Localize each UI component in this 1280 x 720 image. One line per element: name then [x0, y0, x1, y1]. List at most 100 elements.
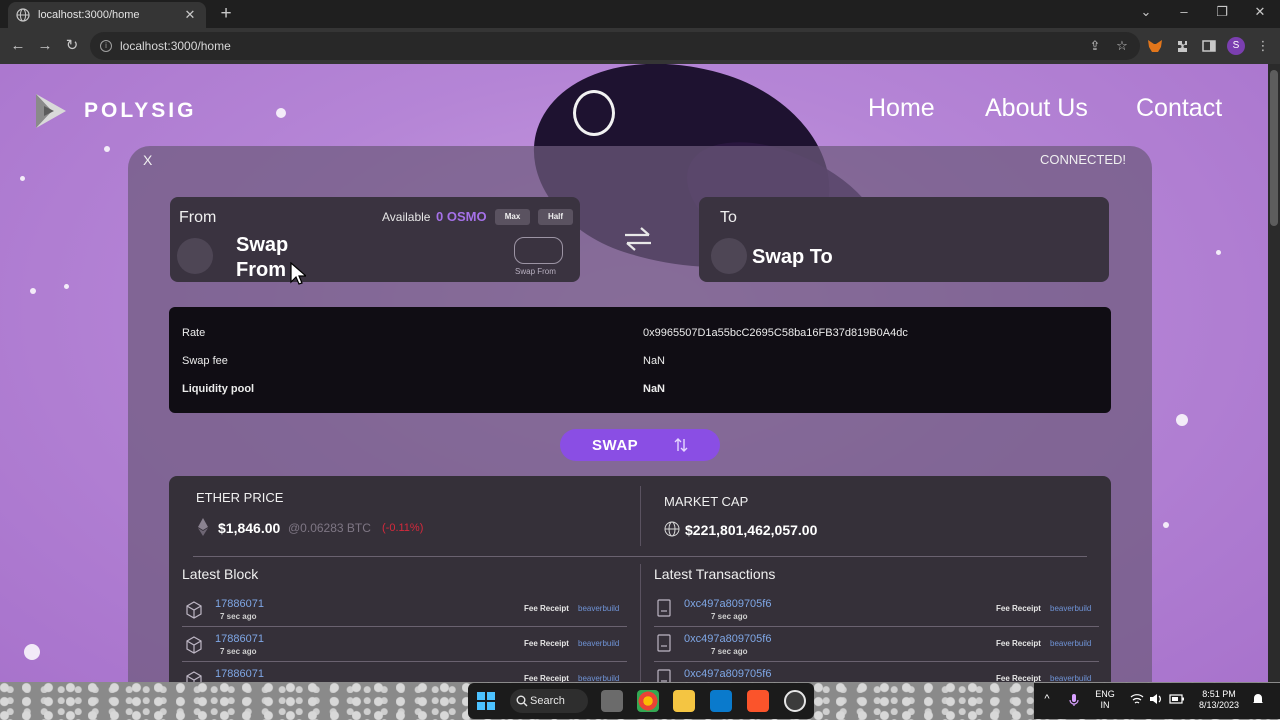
close-window-button[interactable]: ✕: [1250, 4, 1270, 20]
transaction-builder-link[interactable]: beaverbuild: [1050, 604, 1091, 613]
swap-from-panel: From Available 0 OSMO Max Half Swap From…: [170, 197, 580, 282]
file-explorer-icon[interactable]: [673, 690, 695, 712]
swap-from-amount-input[interactable]: [514, 237, 563, 264]
from-token-icon[interactable]: [177, 238, 213, 274]
menu-icon[interactable]: ⋮: [1254, 37, 1272, 55]
reload-button[interactable]: ↻: [62, 36, 82, 56]
extensions-icon[interactable]: [1173, 37, 1191, 55]
from-token-selector[interactable]: Swap From: [236, 233, 288, 283]
block-fee-label: Fee Receipt: [524, 674, 569, 682]
close-card-button[interactable]: X: [143, 152, 152, 168]
max-button[interactable]: Max: [495, 209, 530, 225]
block-builder-link[interactable]: beaverbuild: [578, 674, 619, 682]
transaction-hash-link[interactable]: 0xc497a809705f6: [684, 598, 771, 610]
new-tab-button[interactable]: +: [216, 3, 236, 25]
available-label: Available: [382, 210, 431, 224]
sidepanel-icon[interactable]: [1200, 37, 1218, 55]
app-icon[interactable]: [784, 690, 806, 712]
vscode-icon[interactable]: [710, 690, 732, 712]
row-divider: [182, 661, 627, 662]
profile-avatar[interactable]: S: [1227, 37, 1245, 55]
globe-icon: [16, 8, 30, 22]
taskbar-search[interactable]: Search: [510, 689, 588, 713]
block-number-link[interactable]: 17886071: [215, 668, 264, 680]
exchange-arrows-icon[interactable]: [621, 224, 655, 254]
block-number-link[interactable]: 17886071: [215, 598, 264, 610]
snowflake: [1163, 522, 1169, 528]
to-token-selector[interactable]: Swap To: [752, 245, 833, 270]
nav-contact[interactable]: Contact: [1136, 94, 1222, 123]
taskbar-search-label: Search: [530, 695, 565, 707]
snowflake: [276, 108, 286, 118]
microphone-icon[interactable]: [1068, 693, 1080, 707]
transaction-hash-link[interactable]: 0xc497a809705f6: [684, 668, 771, 680]
wifi-icon[interactable]: [1130, 693, 1144, 705]
task-view-icon[interactable]: [601, 690, 623, 712]
transaction-age: 7 sec ago: [711, 647, 748, 656]
row-divider: [654, 661, 1099, 662]
site-info-icon[interactable]: i: [100, 40, 112, 52]
swap-fee-value: NaN: [643, 355, 666, 367]
chrome-icon[interactable]: [637, 690, 659, 712]
nav-home[interactable]: Home: [868, 94, 935, 123]
scrollbar-thumb[interactable]: [1270, 70, 1278, 226]
swap-from-input-label: Swap From: [515, 267, 556, 276]
language-indicator[interactable]: ENG IN: [1092, 689, 1118, 711]
block-number-link[interactable]: 17886071: [215, 633, 264, 645]
block-age: 7 sec ago: [220, 612, 257, 621]
swap-card: X CONNECTED! From Available 0 OSMO Max H…: [128, 146, 1152, 682]
transaction-builder-link[interactable]: beaverbuild: [1050, 674, 1091, 682]
receipt-icon: [657, 669, 671, 682]
browser-tab-bar: localhost:3000/home ✕ + ⌄ – ❐ ✕: [0, 0, 1280, 28]
clock-date: 8/13/2023: [1198, 700, 1240, 710]
swap-button[interactable]: SWAP: [560, 429, 720, 461]
address-bar[interactable]: i localhost:3000/home: [90, 32, 1140, 60]
tab-search-dropdown-icon[interactable]: ⌄: [1136, 4, 1156, 20]
volume-icon[interactable]: [1149, 693, 1163, 705]
snowflake: [1176, 414, 1188, 426]
row-divider: [654, 626, 1099, 627]
brand-name: POLYSIG: [84, 99, 197, 122]
windows-start-icon[interactable]: [475, 690, 497, 712]
to-token-icon[interactable]: [711, 238, 747, 274]
market-cap-label: MARKET CAP: [664, 494, 749, 509]
notification-icon[interactable]: [1251, 692, 1265, 706]
transaction-hash-link[interactable]: 0xc497a809705f6: [684, 633, 771, 645]
brand-logo[interactable]: POLYSIG: [32, 92, 196, 130]
share-icon[interactable]: ⇪: [1086, 37, 1104, 55]
liquidity-pool-label: Liquidity pool: [182, 383, 255, 395]
globe-icon: [664, 521, 680, 537]
mouse-cursor-icon: [290, 262, 306, 285]
tab-close-icon[interactable]: ✕: [182, 7, 198, 23]
minimize-button[interactable]: –: [1174, 4, 1194, 19]
transaction-builder-link[interactable]: beaverbuild: [1050, 639, 1091, 648]
transaction-fee-label: Fee Receipt: [996, 604, 1041, 613]
brave-icon[interactable]: [747, 690, 769, 712]
available-balance: 0 OSMO: [436, 209, 487, 224]
forward-button[interactable]: →: [35, 36, 55, 56]
snowflake: [20, 176, 25, 181]
block-fee-label: Fee Receipt: [524, 639, 569, 648]
ether-btc-price: @0.06283 BTC: [288, 521, 371, 535]
metamask-icon[interactable]: [1146, 37, 1164, 55]
half-button[interactable]: Half: [538, 209, 573, 225]
battery-icon[interactable]: [1169, 694, 1185, 704]
browser-tab[interactable]: localhost:3000/home ✕: [8, 2, 206, 28]
block-builder-link[interactable]: beaverbuild: [578, 604, 619, 613]
maximize-button[interactable]: ❐: [1212, 4, 1232, 20]
block-cube-icon: [186, 671, 202, 682]
clock[interactable]: 8:51 PM 8/13/2023: [1194, 689, 1244, 711]
background-moon-ring: [573, 90, 615, 136]
swap-button-label: SWAP: [592, 437, 639, 454]
tray-overflow-icon[interactable]: ^: [1040, 694, 1054, 705]
block-cube-icon: [186, 601, 202, 619]
nav-about-us[interactable]: About Us: [985, 94, 1088, 123]
ethereum-icon: [198, 518, 208, 536]
block-builder-link[interactable]: beaverbuild: [578, 639, 619, 648]
row-divider: [182, 626, 627, 627]
rate-value: 0x9965507D1a55bcC2695C58ba16FB37d819B0A4…: [643, 327, 908, 339]
back-button[interactable]: ←: [8, 36, 28, 56]
transaction-fee-label: Fee Receipt: [996, 674, 1041, 682]
bookmark-star-icon[interactable]: ☆: [1113, 37, 1131, 55]
page-scrollbar[interactable]: [1268, 64, 1280, 682]
